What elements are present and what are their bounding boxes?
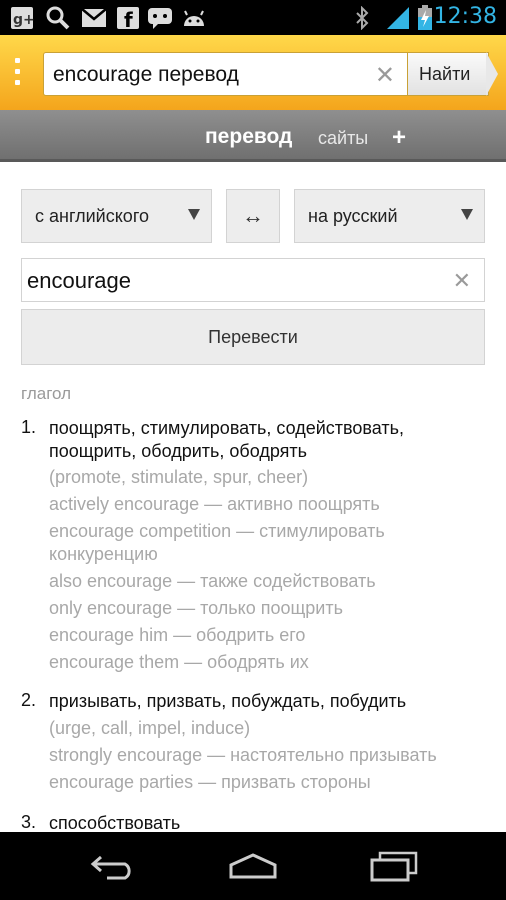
back-icon[interactable] — [82, 844, 142, 888]
find-button-arrow[interactable] — [486, 52, 498, 96]
entry-synonyms: (urge, call, impel, induce) — [49, 718, 251, 738]
entry-example: encourage parties — призвать стороны — [49, 772, 371, 792]
tab-translate[interactable]: перевод — [205, 125, 292, 149]
google-plus-icon: g+ — [8, 5, 36, 30]
add-tab-button[interactable]: + — [392, 124, 406, 152]
dropdown-arrow-icon — [188, 209, 200, 220]
part-of-speech: глагол — [21, 384, 72, 403]
bluetooth-icon — [352, 5, 372, 30]
entry-synonyms: (promote, stimulate, spur, cheer) — [49, 467, 309, 487]
search-query[interactable]: encourage перевод — [53, 63, 239, 87]
source-language-select[interactable]: с английского — [21, 189, 212, 243]
home-icon[interactable] — [223, 844, 283, 888]
facebook-icon: f — [114, 5, 142, 30]
entry-number: 2. — [21, 690, 37, 710]
entry-main-translation: призывать, призвать, побуждать, побудить — [49, 691, 407, 711]
entry-example-continued: конкуренцию — [49, 544, 158, 564]
entry-number: 3. — [21, 812, 37, 832]
search-header: encourage перевод ✕ Найти — [0, 35, 506, 110]
search-icon — [44, 5, 72, 30]
talk-icon — [146, 5, 174, 30]
clear-search-icon[interactable]: ✕ — [375, 61, 395, 90]
entry-example: encourage them — ободрять их — [49, 652, 309, 672]
target-language-label: на русский — [308, 206, 398, 226]
signal-icon — [384, 5, 412, 30]
word-input[interactable]: encourage ✕ — [21, 258, 485, 302]
svg-text:f: f — [124, 8, 133, 30]
entry-example: only encourage — только поощрить — [49, 598, 343, 618]
clock: 12:38 — [433, 4, 497, 29]
navigation-bar — [0, 832, 506, 900]
swap-arrows-icon: ↔ — [242, 203, 264, 228]
entry-example: encourage him — ободрить его — [49, 625, 306, 645]
swap-languages-button[interactable]: ↔ — [226, 189, 280, 243]
status-bar: g+ f 12:38 — [0, 0, 506, 35]
tab-sites[interactable]: сайты — [318, 128, 368, 149]
find-button[interactable]: Найти — [407, 52, 489, 96]
gmail-icon — [80, 5, 108, 30]
search-input[interactable]: encourage перевод ✕ — [43, 52, 407, 96]
svg-text:g+: g+ — [13, 12, 34, 28]
entry-example: strongly encourage — настоятельно призыв… — [49, 745, 437, 765]
android-icon — [180, 5, 208, 30]
tab-bar: перевод сайты + — [0, 110, 506, 162]
entry-example: also encourage — также содействовать — [49, 571, 376, 591]
word-input-value[interactable]: encourage — [27, 268, 131, 294]
source-language-label: с английского — [35, 206, 150, 226]
target-language-select[interactable]: на русский — [294, 189, 485, 243]
clear-word-icon[interactable]: ✕ — [453, 268, 471, 294]
battery-charging-icon — [415, 4, 435, 30]
entry-example: actively encourage — активно поощрять — [49, 494, 380, 514]
translate-button[interactable]: Перевести — [21, 309, 485, 365]
entry-example: encourage competition — стимулировать — [49, 521, 385, 541]
recent-apps-icon[interactable] — [364, 844, 424, 888]
overflow-menu-icon[interactable] — [15, 58, 21, 88]
entry-number: 1. — [21, 417, 37, 437]
dropdown-arrow-icon — [461, 209, 473, 220]
entry-main-translation: поощрять, стимулировать, содействовать, … — [49, 418, 405, 461]
